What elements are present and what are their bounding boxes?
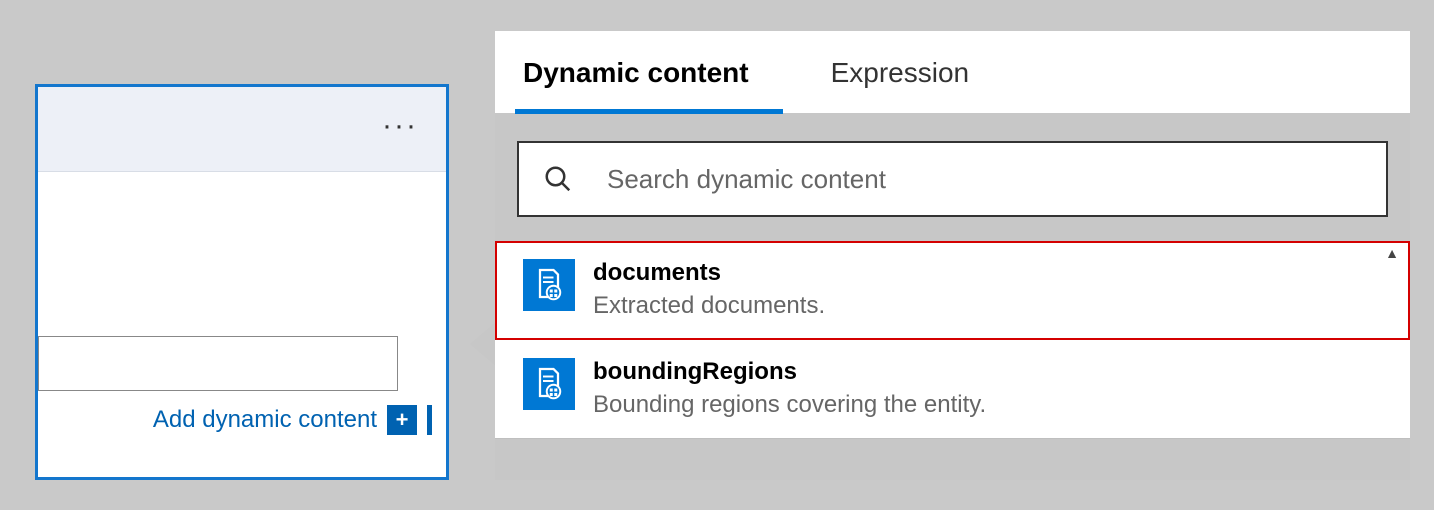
search-box[interactable] bbox=[517, 141, 1388, 217]
result-desc: Extracted documents. bbox=[593, 290, 825, 321]
result-title: documents bbox=[593, 259, 825, 288]
action-card-header: ··· bbox=[38, 87, 446, 172]
add-dynamic-content-link[interactable]: Add dynamic content bbox=[153, 406, 377, 434]
more-icon[interactable]: ··· bbox=[382, 109, 418, 143]
dynamic-content-picker: Dynamic content Expression ▲ bbox=[495, 31, 1410, 480]
search-icon bbox=[543, 164, 573, 194]
result-text: boundingRegions Bounding regions coverin… bbox=[593, 358, 986, 420]
tab-expression[interactable]: Expression bbox=[803, 31, 1010, 113]
document-icon bbox=[523, 358, 575, 410]
callout-arrow-icon bbox=[470, 322, 496, 366]
result-item-documents[interactable]: documents Extracted documents. bbox=[495, 241, 1410, 340]
result-title: boundingRegions bbox=[593, 358, 986, 387]
picker-tabs: Dynamic content Expression bbox=[495, 31, 1410, 113]
results-list: ▲ documents Extracted documents. bbox=[495, 241, 1410, 439]
scroll-up-icon[interactable]: ▲ bbox=[1378, 245, 1406, 265]
add-dynamic-plus-button[interactable]: + bbox=[387, 405, 417, 435]
result-text: documents Extracted documents. bbox=[593, 259, 825, 321]
tab-dynamic-content[interactable]: Dynamic content bbox=[495, 31, 803, 113]
accent-bar bbox=[427, 405, 432, 435]
result-desc: Bounding regions covering the entity. bbox=[593, 389, 986, 420]
value-input[interactable] bbox=[38, 336, 398, 391]
document-icon bbox=[523, 259, 575, 311]
search-input[interactable] bbox=[607, 164, 1362, 195]
action-card: ··· Add dynamic content + bbox=[35, 84, 449, 480]
result-item-boundingregions[interactable]: boundingRegions Bounding regions coverin… bbox=[495, 340, 1410, 439]
add-dynamic-row: Add dynamic content + bbox=[153, 405, 432, 435]
search-row bbox=[495, 113, 1410, 241]
